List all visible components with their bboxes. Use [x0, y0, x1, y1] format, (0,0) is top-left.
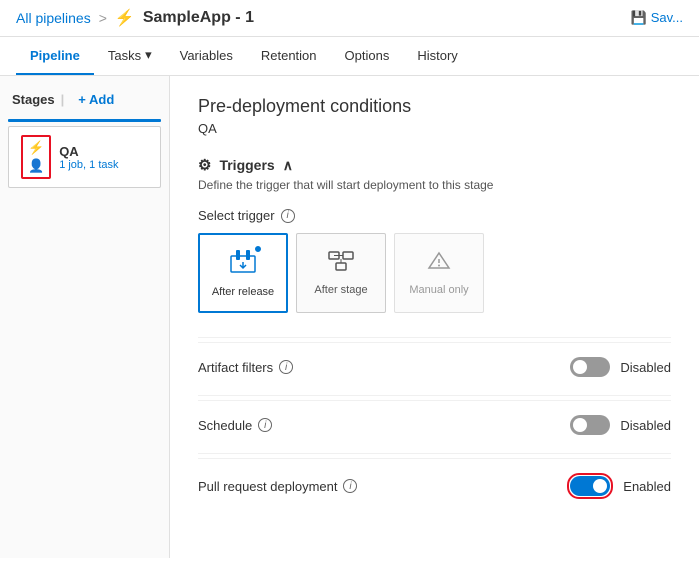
- pull-request-slider: [570, 476, 610, 496]
- artifact-filters-status: Disabled: [620, 360, 671, 375]
- schedule-slider: [570, 415, 610, 435]
- tab-tasks[interactable]: Tasks ▾: [94, 37, 166, 75]
- artifact-filters-toggle[interactable]: [570, 357, 610, 377]
- artifact-filters-row: Artifact filters i Disabled: [198, 342, 671, 391]
- app-icon: ⚡: [115, 8, 135, 28]
- tab-options[interactable]: Options: [331, 38, 404, 75]
- pull-request-row: Pull request deployment i Enabled: [198, 458, 671, 513]
- schedule-toggle[interactable]: [570, 415, 610, 435]
- lightning-icon: ⚡: [28, 140, 44, 156]
- select-trigger-info-icon[interactable]: i: [281, 209, 295, 223]
- schedule-status: Disabled: [620, 418, 671, 433]
- schedule-label: Schedule i: [198, 418, 570, 433]
- sidebar: Stages | + Add ⚡ 👤 QA 1 job, 1 task: [0, 76, 170, 558]
- triggers-heading: ⚙ Triggers ∧: [198, 156, 671, 174]
- select-trigger-label: Select trigger i: [198, 208, 671, 223]
- divider-3: [198, 453, 671, 454]
- after-stage-icon: [327, 250, 355, 278]
- pull-request-status: Enabled: [623, 479, 671, 494]
- tab-retention[interactable]: Retention: [247, 38, 331, 75]
- page-subtitle: QA: [198, 121, 671, 136]
- trigger-option-manual-only[interactable]: Manual only: [394, 233, 484, 313]
- pull-request-info-icon[interactable]: i: [343, 479, 357, 493]
- divider-2: [198, 395, 671, 396]
- triggers-icon: ⚙: [198, 156, 211, 174]
- trigger-option-after-stage[interactable]: After stage: [296, 233, 386, 313]
- artifact-filters-slider: [570, 357, 610, 377]
- content-area: Pre-deployment conditions QA ⚙ Triggers …: [170, 76, 699, 558]
- chevron-down-icon: ▾: [145, 47, 152, 63]
- tab-history[interactable]: History: [403, 38, 471, 75]
- section-divider: [198, 337, 671, 338]
- add-stage-button[interactable]: + Add: [78, 92, 114, 107]
- trigger-options: After release After stage: [198, 233, 671, 313]
- stage-active-bar: [8, 119, 161, 122]
- stages-header: Stages | + Add: [0, 88, 169, 119]
- nav-tabs: Pipeline Tasks ▾ Variables Retention Opt…: [0, 37, 699, 76]
- triggers-desc: Define the trigger that will start deplo…: [198, 178, 671, 192]
- stage-name: QA: [59, 144, 118, 159]
- artifact-filters-right: Disabled: [570, 357, 671, 377]
- save-button[interactable]: 💾 Sav...: [631, 10, 683, 26]
- breadcrumb-separator: >: [99, 10, 107, 26]
- person-icon: 👤: [28, 158, 44, 174]
- artifact-filters-label: Artifact filters i: [198, 360, 570, 375]
- tab-pipeline[interactable]: Pipeline: [16, 38, 94, 75]
- selected-indicator: [253, 244, 263, 254]
- main-layout: Stages | + Add ⚡ 👤 QA 1 job, 1 task Pre-…: [0, 76, 699, 558]
- after-release-icon: [229, 248, 257, 280]
- pull-request-right: Enabled: [567, 473, 671, 499]
- after-release-label: After release: [212, 286, 274, 298]
- pull-request-toggle-border: [567, 473, 613, 499]
- page-title: Pre-deployment conditions: [198, 96, 671, 117]
- pull-request-label: Pull request deployment i: [198, 479, 567, 494]
- app-name: SampleApp - 1: [143, 9, 254, 27]
- trigger-option-after-release[interactable]: After release: [198, 233, 288, 313]
- schedule-right: Disabled: [570, 415, 671, 435]
- artifact-filters-info-icon[interactable]: i: [279, 360, 293, 374]
- chevron-up-icon[interactable]: ∧: [283, 157, 293, 174]
- manual-only-icon: [425, 250, 453, 278]
- stage-icons-container: ⚡ 👤: [21, 135, 51, 179]
- manual-only-label: Manual only: [409, 284, 468, 296]
- stages-label: Stages: [12, 92, 55, 107]
- stage-item-qa[interactable]: ⚡ 👤 QA 1 job, 1 task: [8, 126, 161, 188]
- stage-meta: 1 job, 1 task: [59, 159, 118, 171]
- schedule-info-icon[interactable]: i: [258, 418, 272, 432]
- triggers-label: Triggers: [219, 157, 274, 173]
- tab-variables[interactable]: Variables: [166, 38, 247, 75]
- top-bar: All pipelines > ⚡ SampleApp - 1 💾 Sav...: [0, 0, 699, 37]
- stage-info: QA 1 job, 1 task: [59, 144, 118, 171]
- breadcrumb: All pipelines > ⚡ SampleApp - 1: [16, 8, 631, 28]
- breadcrumb-all-pipelines[interactable]: All pipelines: [16, 10, 91, 26]
- after-stage-label: After stage: [314, 284, 367, 296]
- schedule-row: Schedule i Disabled: [198, 400, 671, 449]
- pull-request-toggle[interactable]: [570, 476, 610, 496]
